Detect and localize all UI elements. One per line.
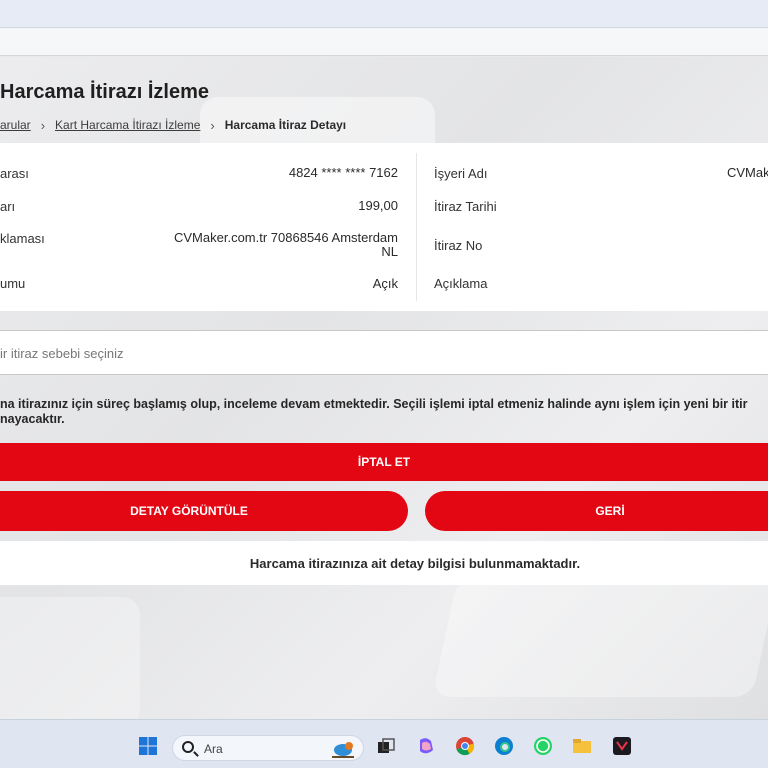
card-number-label: arası <box>0 166 29 181</box>
windows-taskbar: Ara <box>0 719 768 768</box>
chevron-right-icon: › <box>210 117 215 133</box>
page-title: Harcama İtirazı İzleme <box>0 81 209 103</box>
windows-start-icon[interactable] <box>138 736 158 756</box>
copilot-icon[interactable] <box>416 736 436 756</box>
dispute-reason-placeholder: ir itiraz sebebi seçiniz <box>0 346 124 361</box>
browser-toolbar <box>0 28 768 56</box>
task-view-icon[interactable] <box>376 736 396 756</box>
dispute-detail-card: arası 4824 **** **** 7162 arı 199,00 kla… <box>0 143 768 311</box>
merchant-name-value: CVMak <box>727 165 768 180</box>
amount-label: arı <box>0 199 16 214</box>
explanation-label: Açıklama <box>434 276 488 291</box>
merchant-name-label: İşyeri Adı <box>434 166 488 181</box>
file-explorer-icon[interactable] <box>572 736 592 756</box>
search-icon <box>182 741 194 753</box>
empty-state-box: Harcama itirazınıza ait detay bilgisi bu… <box>0 541 768 585</box>
process-info-message: na itirazınız için süreç başlamış olup, … <box>0 397 768 427</box>
bing-highlight-icon <box>329 739 357 759</box>
page-content: Harcama İtirazı İzleme arular › Kart Har… <box>0 57 768 719</box>
whatsapp-icon[interactable] <box>533 736 553 756</box>
dispute-number-label: İtiraz No <box>434 238 483 253</box>
browser-tab-strip <box>0 0 768 28</box>
description-value-line1: CVMaker.com.tr 70868546 Amsterdam <box>174 230 398 245</box>
taskbar-search-box[interactable]: Ara <box>172 735 364 761</box>
description-value-line2: NL <box>381 244 398 259</box>
info-line-2: nayacaktır. <box>0 412 65 426</box>
media-app-icon[interactable] <box>612 736 632 756</box>
status-label: umu <box>0 276 26 291</box>
description-label: klaması <box>0 231 45 246</box>
edge-icon[interactable] <box>494 736 514 756</box>
cancel-dispute-button[interactable]: İPTAL ET <box>0 443 768 481</box>
status-value: Açık <box>372 276 398 291</box>
breadcrumb-link-dispute-tracking[interactable]: Kart Harcama İtirazı İzleme <box>55 118 200 132</box>
breadcrumb-current: Harcama İtiraz Detayı <box>224 118 347 132</box>
back-button[interactable]: GERİ <box>425 491 768 531</box>
dispute-reason-select[interactable]: ir itiraz sebebi seçiniz <box>0 330 768 375</box>
empty-state-message: Harcama itirazınıza ait detay bilgisi bu… <box>249 556 581 571</box>
breadcrumb-link-cards[interactable]: arular <box>0 118 31 132</box>
amount-value: 199,00 <box>358 198 398 213</box>
view-detail-button[interactable]: DETAY GÖRÜNTÜLE <box>0 491 408 531</box>
info-line-1: na itirazınız için süreç başlamış olup, … <box>0 397 748 411</box>
card-number-value: 4824 **** **** 7162 <box>288 165 398 180</box>
breadcrumb: arular › Kart Harcama İtirazı İzleme › H… <box>0 117 346 133</box>
background-decoration <box>432 577 768 697</box>
chevron-right-icon: › <box>40 117 46 133</box>
taskbar-search-placeholder: Ara <box>204 742 223 756</box>
dispute-date-label: İtiraz Tarihi <box>434 199 497 214</box>
column-divider <box>416 153 417 301</box>
background-decoration <box>0 597 140 719</box>
chrome-icon[interactable] <box>455 736 475 756</box>
